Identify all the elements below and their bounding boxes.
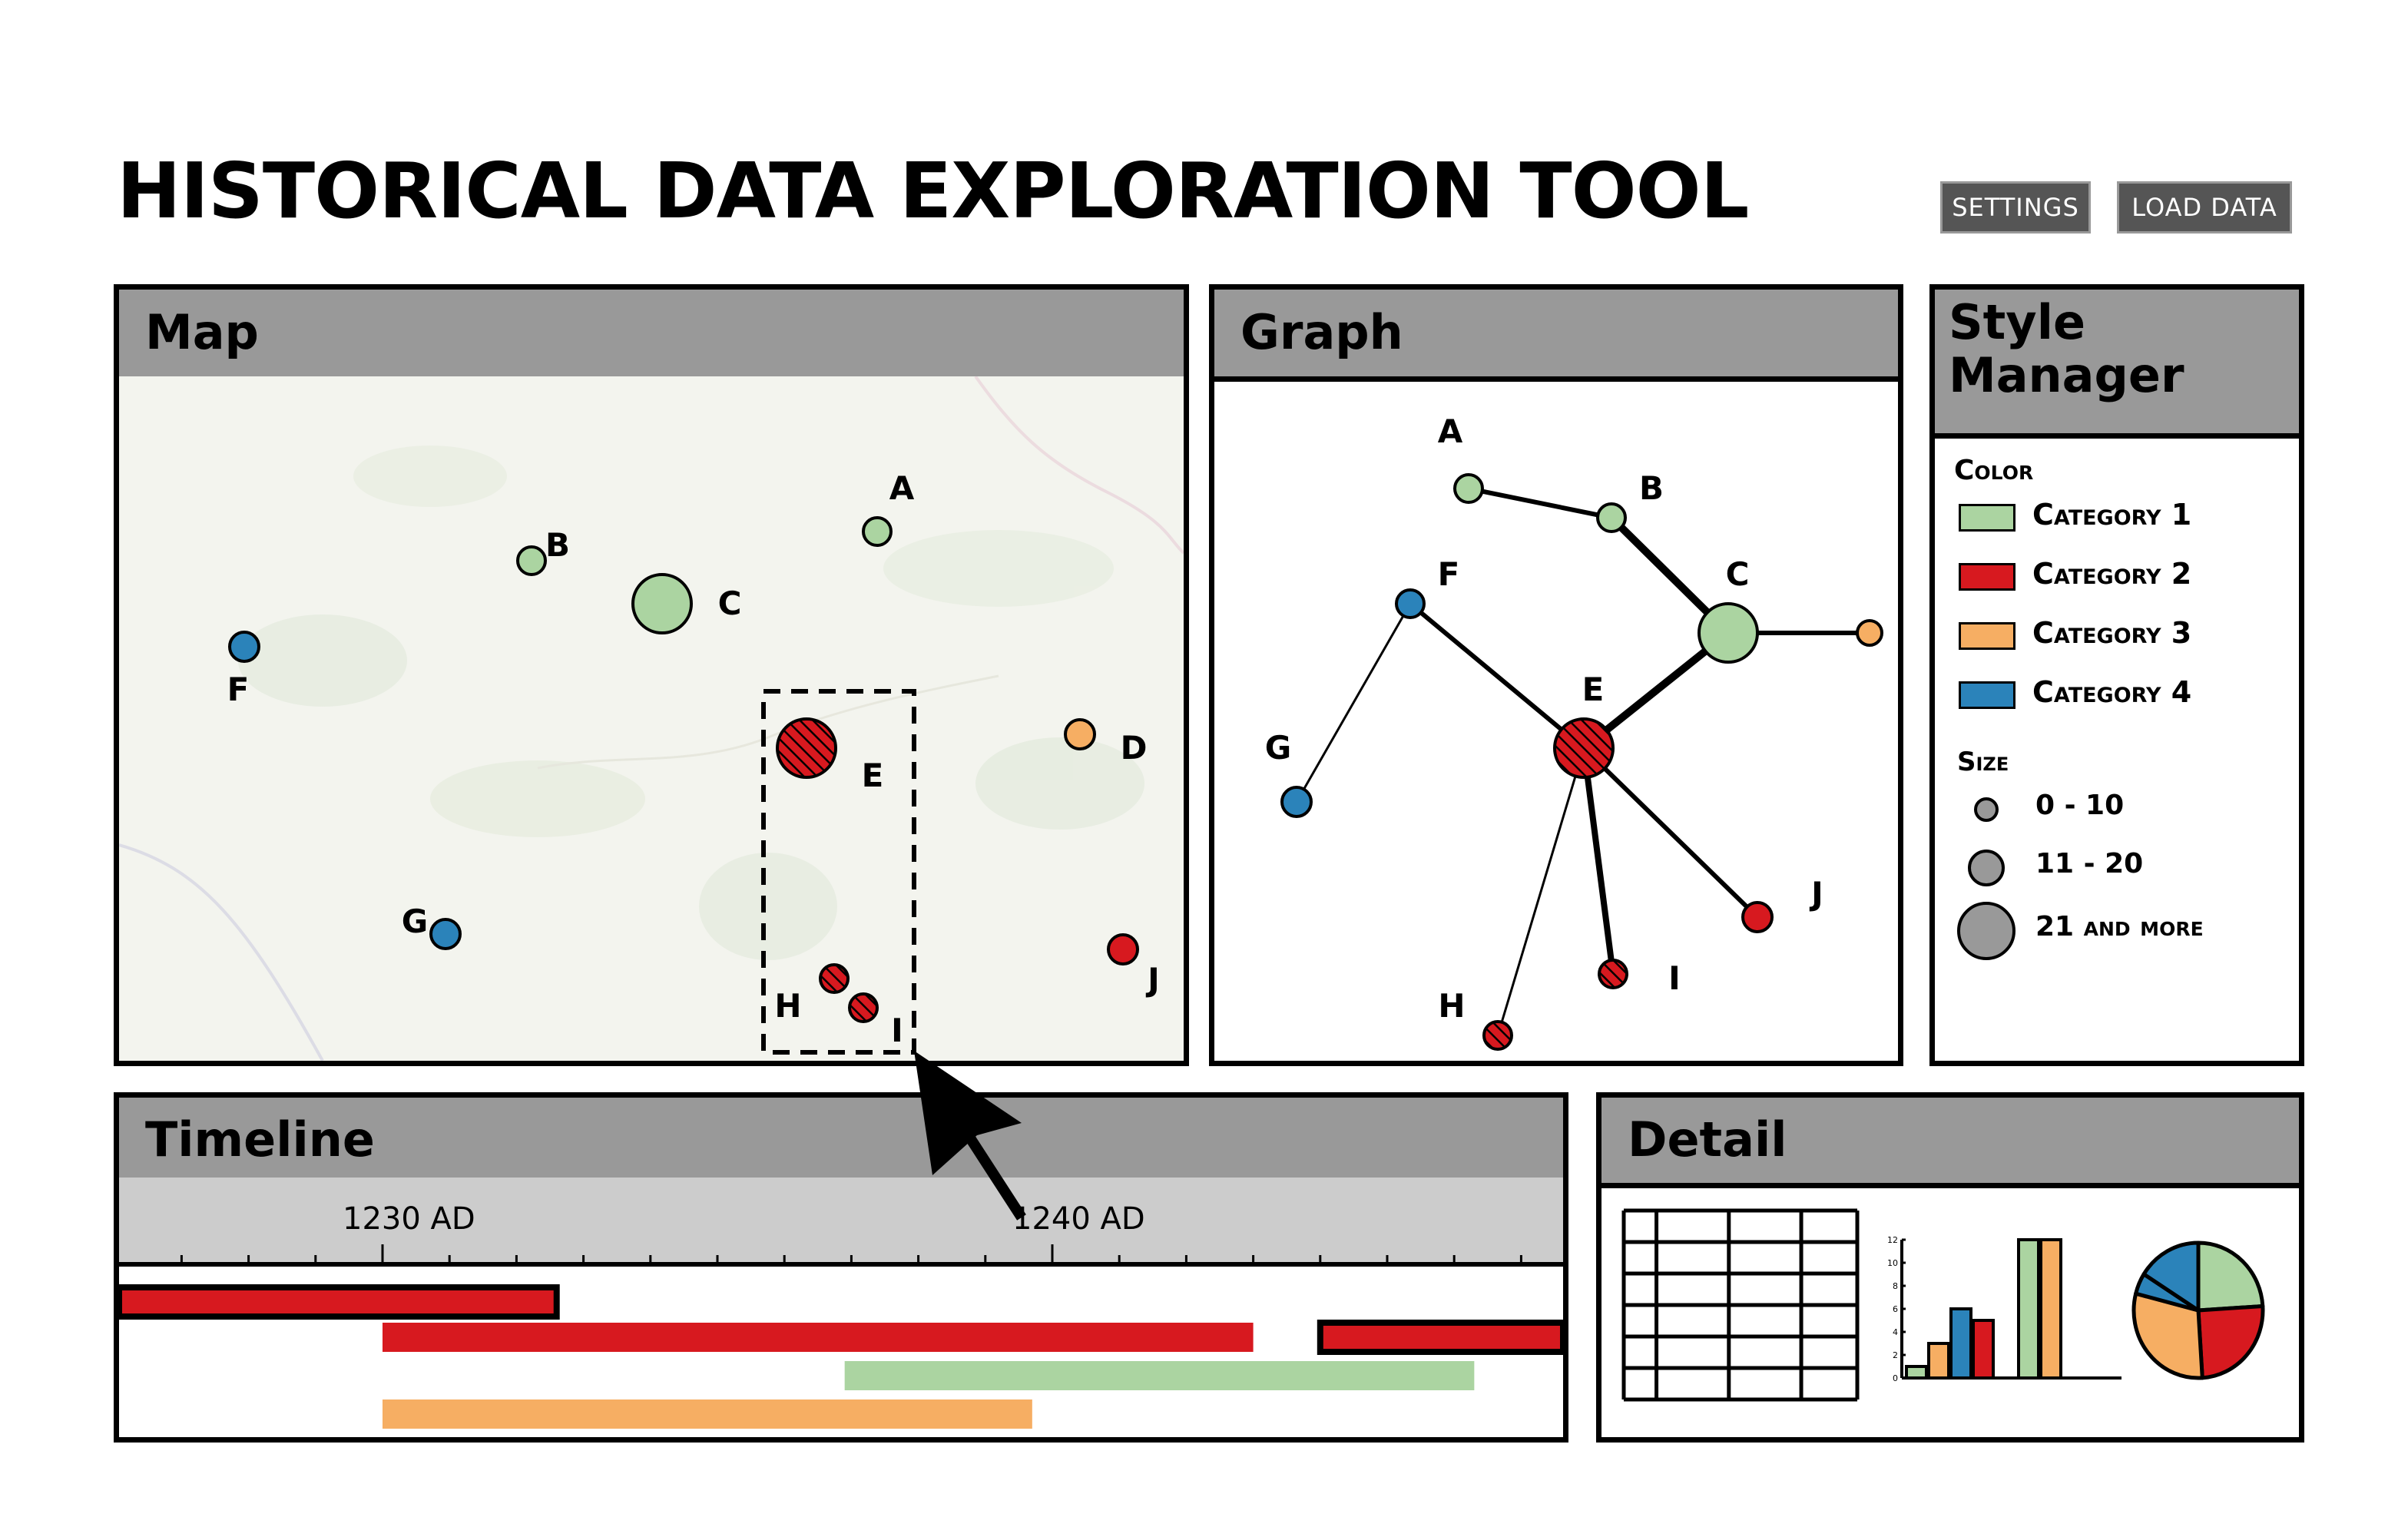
category-3-label: Category 3 (2032, 616, 2192, 650)
size-1-circle-icon[interactable] (1974, 797, 1999, 822)
map-point-b[interactable] (516, 545, 547, 576)
graph-node-j[interactable] (1741, 901, 1774, 933)
map-point-label-g: G (402, 903, 428, 940)
graph-node-b[interactable] (1596, 502, 1627, 533)
bar-chart-bar (1949, 1307, 1972, 1380)
map-point-label-a: A (889, 469, 915, 507)
category-2-swatch[interactable] (1959, 563, 2015, 591)
category-3-swatch[interactable] (1959, 622, 2015, 650)
bar-chart-tick-label: 2 (1893, 1350, 1898, 1360)
category-4-swatch[interactable] (1959, 681, 2015, 709)
timeline-axis-band (119, 1178, 1563, 1264)
map-point-d[interactable] (1064, 718, 1096, 750)
bar-chart-bar (2039, 1238, 2062, 1380)
map-point-e[interactable] (776, 717, 837, 779)
category-2-label: Category 2 (2032, 557, 2192, 591)
category-1-label: Category 1 (2032, 498, 2192, 532)
graph-node-a[interactable] (1453, 473, 1484, 504)
graph-node-label-a: A (1438, 412, 1463, 450)
graph-node-h[interactable] (1482, 1020, 1513, 1051)
bar-chart-bar (1927, 1342, 1950, 1380)
graph-node-label-i: I (1668, 959, 1681, 997)
graph-node-e[interactable] (1553, 717, 1615, 779)
bar-chart-bar (2017, 1238, 2040, 1380)
timeline-bar[interactable] (383, 1323, 1254, 1352)
category-4-label: Category 4 (2032, 675, 2192, 709)
timeline-bar[interactable] (1317, 1320, 1563, 1355)
graph-edge (1295, 603, 1412, 803)
settings-button[interactable]: SETTINGS (1940, 181, 2091, 234)
graph-node-label-e: E (1582, 671, 1605, 708)
map-point-label-f: F (227, 671, 250, 708)
bar-chart-tick-label: 6 (1893, 1304, 1898, 1314)
map-point-label-j: J (1145, 961, 1160, 999)
bar-chart-tick-label: 12 (1887, 1235, 1898, 1245)
detail-view: 0 2 4 6 8 10 12 (1621, 1208, 2265, 1402)
map-point-label-h: H (774, 987, 801, 1025)
size-1-label: 0 - 10 (2035, 790, 2125, 821)
graph-node-label-f: F (1438, 555, 1460, 593)
map-point-f[interactable] (228, 631, 260, 663)
map-view[interactable]: A B C D E F G H I J (119, 376, 1184, 1061)
size-3-label: 21 and more (2035, 911, 2204, 942)
map-point-c[interactable] (631, 573, 693, 634)
graph-panel-title: Graph (1214, 290, 1898, 382)
timeline-view[interactable]: 1230 AD 1240 AD (119, 1178, 1563, 1437)
map-point-i[interactable] (848, 992, 879, 1023)
map-point-h[interactable] (819, 963, 850, 994)
graph-node-label-b: B (1639, 469, 1664, 507)
graph-edge (1581, 747, 1616, 975)
timeline-bar[interactable] (383, 1399, 1032, 1429)
graph-node-label-h: H (1438, 987, 1465, 1025)
map-point-label-d: D (1121, 729, 1148, 767)
page-title: HISTORICAL DATA EXPLORATION TOOL (117, 146, 1749, 236)
graph-edge (1496, 747, 1585, 1036)
map-point-j[interactable] (1107, 933, 1139, 966)
timeline-bar[interactable] (119, 1284, 560, 1320)
map-point-a[interactable] (862, 516, 893, 547)
timeline-bar[interactable] (844, 1361, 1475, 1390)
size-3-circle-icon[interactable] (1957, 902, 2015, 960)
timeline-tick-label: 1230 AD (343, 1201, 475, 1237)
graph-node-label-g: G (1265, 729, 1291, 767)
map-background (119, 376, 1184, 1061)
map-point-label-b: B (545, 526, 570, 564)
graph-view[interactable]: A B C E F G H I J (1214, 376, 1898, 1061)
bar-chart-tick-label: 8 (1893, 1281, 1898, 1291)
timeline-panel-title: Timeline (119, 1098, 1563, 1188)
style-manager-title-line1: Style (1949, 294, 2086, 350)
map-point-label-c: C (718, 585, 742, 622)
bar-chart-bar (1905, 1365, 1928, 1380)
bar-chart-tick-label: 0 (1893, 1373, 1898, 1383)
graph-edge (1468, 486, 1612, 520)
pie-slice (2196, 1303, 2265, 1380)
style-manager-title: Style Manager (1935, 290, 2299, 439)
mouse-cursor-icon (914, 1051, 1026, 1221)
map-point-g[interactable] (429, 918, 462, 950)
graph-node-label-c: C (1726, 555, 1750, 593)
graph-node-f[interactable] (1395, 588, 1426, 619)
size-2-label: 11 - 20 (2035, 848, 2144, 879)
category-1-swatch[interactable] (1959, 504, 2015, 532)
graph-node-c[interactable] (1698, 602, 1759, 664)
pie-slice (2196, 1240, 2265, 1313)
graph-node-g[interactable] (1280, 786, 1313, 818)
graph-node-i[interactable] (1598, 959, 1628, 989)
map-panel-title: Map (119, 290, 1184, 382)
color-heading: Color (1954, 455, 2034, 486)
load-data-button[interactable]: LOAD DATA (2117, 181, 2292, 234)
map-point-label-i: I (891, 1012, 903, 1049)
map-point-label-e: E (862, 757, 884, 794)
graph-node-label-j: J (1809, 875, 1823, 913)
graph-edge (1582, 746, 1760, 919)
bar-chart-tick-label: 10 (1887, 1258, 1898, 1268)
size-heading: Size (1957, 747, 2009, 777)
graph-node-o[interactable] (1856, 619, 1883, 647)
size-2-circle-icon[interactable] (1968, 850, 2005, 886)
style-manager-title-line2: Manager (1949, 347, 2184, 404)
detail-panel-title: Detail (1601, 1098, 2299, 1188)
bar-chart-tick-label: 4 (1893, 1327, 1898, 1337)
graph-edge (1409, 601, 1585, 750)
bar-chart-bar (1972, 1319, 1995, 1380)
